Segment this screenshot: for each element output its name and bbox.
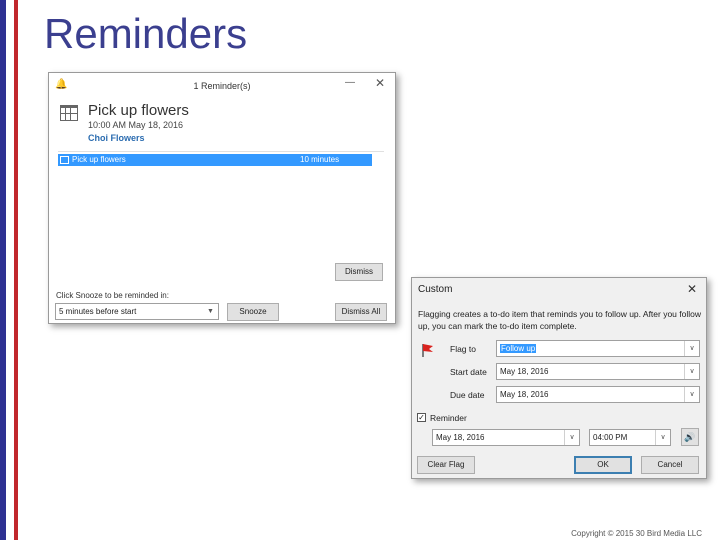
- reminder-date-value: May 18, 2016: [436, 433, 485, 442]
- calendar-icon: [60, 156, 69, 164]
- clear-flag-button[interactable]: Clear Flag: [417, 456, 475, 474]
- red-flag-icon: [422, 344, 433, 357]
- reminder-list[interactable]: Pick up flowers 10 minutes: [58, 151, 384, 281]
- chevron-down-icon[interactable]: ∨: [684, 341, 699, 356]
- reminder-location[interactable]: Choi Flowers: [88, 133, 145, 143]
- ok-button[interactable]: OK: [574, 456, 632, 474]
- due-date-select[interactable]: May 18, 2016 ∨: [496, 386, 700, 403]
- dialog-title: Custom: [418, 284, 453, 295]
- list-item-due-in: 10 minutes: [300, 155, 340, 164]
- flag-to-label: Flag to: [450, 344, 476, 354]
- due-date-value: May 18, 2016: [500, 390, 549, 399]
- list-item-subject: Pick up flowers: [72, 155, 126, 164]
- snooze-prompt: Click Snooze to be reminded in:: [56, 291, 169, 300]
- snooze-button[interactable]: Snooze: [227, 303, 279, 321]
- chevron-down-icon[interactable]: ▼: [203, 304, 218, 319]
- start-date-value: May 18, 2016: [500, 367, 549, 376]
- reminder-date-select[interactable]: May 18, 2016 ∨: [432, 429, 580, 446]
- reminder-time: 10:00 AM May 18, 2016: [88, 120, 184, 130]
- chevron-down-icon[interactable]: ∨: [655, 430, 670, 445]
- reminder-titlebar: 🔔 1 Reminder(s) — ✕: [49, 73, 395, 97]
- minimize-icon[interactable]: —: [345, 77, 355, 88]
- reminder-window: 🔔 1 Reminder(s) — ✕ Pick up flowers 10:0…: [48, 72, 396, 324]
- reminder-time-value: 04:00 PM: [593, 433, 628, 442]
- close-icon[interactable]: ✕: [687, 282, 697, 296]
- copyright-text: Copyright © 2015 30 Bird Media LLC: [571, 529, 702, 538]
- flag-to-select[interactable]: Follow up ∨: [496, 340, 700, 357]
- snooze-interval-select[interactable]: 5 minutes before start ▼: [55, 303, 219, 320]
- dismiss-all-button[interactable]: Dismiss All: [335, 303, 387, 321]
- chevron-down-icon[interactable]: ∨: [564, 430, 579, 445]
- cancel-button[interactable]: Cancel: [641, 456, 699, 474]
- sound-icon[interactable]: 🔊: [681, 428, 699, 446]
- start-date-label: Start date: [450, 367, 487, 377]
- due-date-label: Due date: [450, 390, 485, 400]
- reminder-label: Reminder: [430, 413, 467, 423]
- flag-to-value: Follow up: [500, 344, 537, 353]
- chevron-down-icon[interactable]: ∨: [684, 364, 699, 379]
- calendar-icon: [60, 105, 78, 121]
- start-date-select[interactable]: May 18, 2016 ∨: [496, 363, 700, 380]
- snooze-interval-value: 5 minutes before start: [59, 307, 137, 316]
- dismiss-button[interactable]: Dismiss: [335, 263, 383, 281]
- chevron-down-icon[interactable]: ∨: [684, 387, 699, 402]
- close-icon[interactable]: ✕: [375, 76, 385, 90]
- reminder-subject: Pick up flowers: [88, 102, 189, 119]
- reminder-checkbox[interactable]: ✓: [417, 413, 426, 422]
- slide-title: Reminders: [44, 10, 248, 57]
- slide-left-bar-red: [14, 0, 18, 540]
- custom-flag-dialog: Custom ✕ Flagging creates a to-do item t…: [411, 277, 707, 479]
- reminder-window-title: 1 Reminder(s): [193, 81, 251, 91]
- list-item[interactable]: Pick up flowers 10 minutes: [58, 154, 372, 166]
- reminder-time-select[interactable]: 04:00 PM ∨: [589, 429, 671, 446]
- dialog-description: Flagging creates a to-do item that remin…: [418, 309, 702, 331]
- slide-left-bar-blue: [0, 0, 6, 540]
